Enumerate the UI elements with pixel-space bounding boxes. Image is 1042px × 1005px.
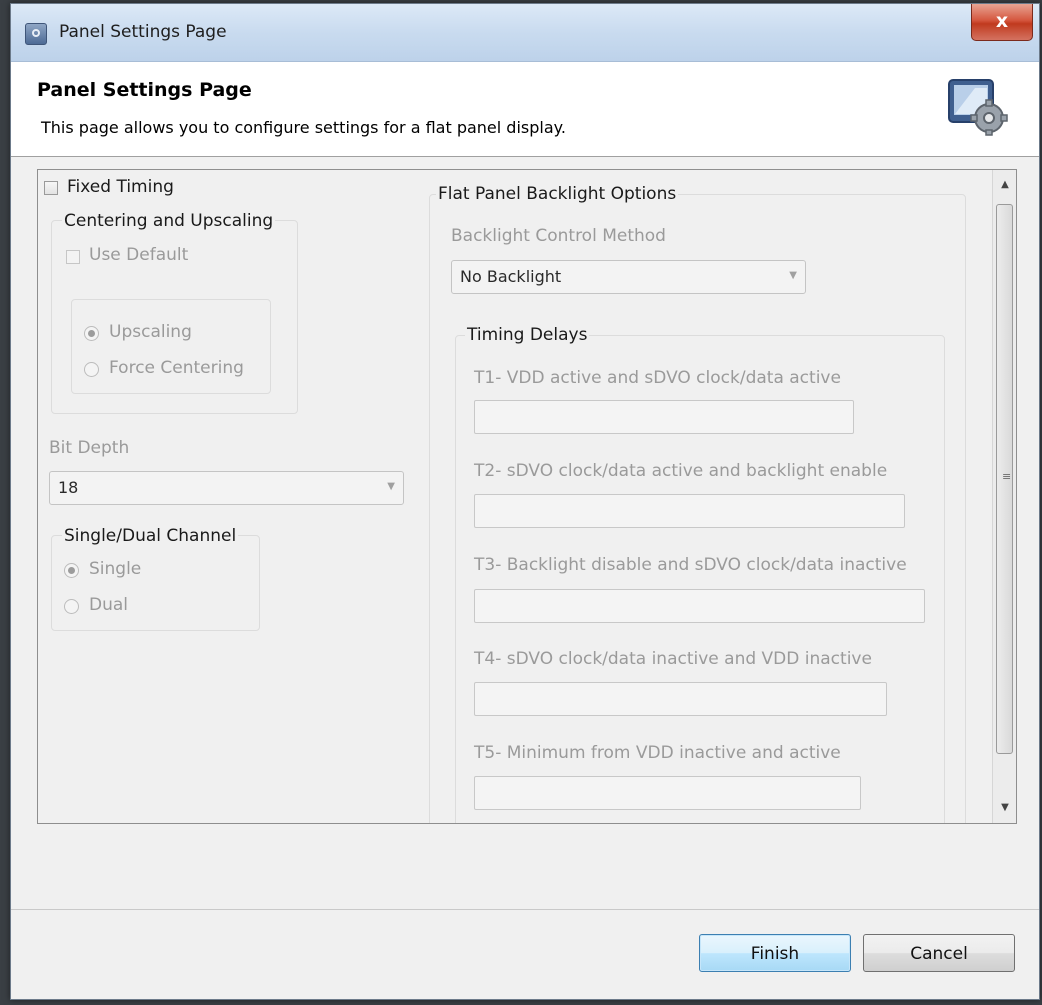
footer-divider — [11, 909, 1039, 910]
app-icon — [25, 23, 47, 45]
scroll-down-arrow-icon[interactable]: ▼ — [993, 797, 1016, 819]
scaling-mode-box — [71, 299, 271, 394]
t1-input[interactable] — [474, 400, 854, 434]
upscaling-radio[interactable] — [84, 326, 99, 341]
backlight-method-select[interactable]: No Backlight ▼ — [451, 260, 806, 294]
bit-depth-select[interactable]: 18 ▼ — [49, 471, 404, 505]
backlight-method-value: No Backlight — [460, 267, 562, 286]
close-button[interactable]: x — [971, 4, 1033, 41]
t5-label: T5- Minimum from VDD inactive and active — [474, 743, 841, 763]
t2-input[interactable] — [474, 494, 905, 528]
use-default-checkbox[interactable] — [66, 250, 80, 264]
finish-button[interactable]: Finish — [699, 934, 851, 972]
chevron-down-icon: ▼ — [789, 270, 797, 281]
single-dual-channel-title: Single/Dual Channel — [62, 526, 239, 546]
page-description: This page allows you to configure settin… — [41, 118, 566, 137]
settings-gear-icon — [945, 74, 1009, 136]
scrollbar-thumb[interactable]: ≡ — [996, 204, 1013, 754]
title-bar[interactable]: Panel Settings Page x — [11, 4, 1039, 62]
page-header: Panel Settings Page This page allows you… — [11, 62, 1039, 157]
t3-label: T3- Backlight disable and sDVO clock/dat… — [474, 555, 907, 575]
bit-depth-value: 18 — [58, 478, 79, 497]
t4-label: T4- sDVO clock/data inactive and VDD ina… — [474, 649, 872, 669]
t4-input[interactable] — [474, 682, 887, 716]
cancel-button[interactable]: Cancel — [863, 934, 1015, 972]
t1-label: T1- VDD active and sDVO clock/data activ… — [474, 368, 841, 388]
grip-icon: ≡ — [1002, 470, 1012, 483]
centering-upscaling-title: Centering and Upscaling — [62, 211, 276, 231]
page-title: Panel Settings Page — [37, 79, 252, 101]
single-channel-label: Single — [89, 559, 142, 579]
upscaling-label: Upscaling — [109, 322, 192, 342]
force-centering-radio[interactable] — [84, 362, 99, 377]
use-default-label: Use Default — [89, 245, 189, 265]
window-title: Panel Settings Page — [59, 22, 227, 42]
t5-input[interactable] — [474, 776, 861, 810]
timing-delays-title: Timing Delays — [465, 325, 590, 345]
fixed-timing-label: Fixed Timing — [67, 177, 174, 197]
fixed-timing-checkbox[interactable] — [44, 181, 58, 195]
dual-channel-label: Dual — [89, 595, 129, 615]
chevron-down-icon: ▼ — [387, 481, 395, 492]
dual-channel-radio[interactable] — [64, 599, 79, 614]
panel-settings-dialog: Panel Settings Page x Panel Settings Pag… — [10, 3, 1040, 1000]
vertical-scrollbar[interactable]: ▲ ≡ ▼ — [992, 170, 1016, 823]
backlight-method-label: Backlight Control Method — [451, 226, 666, 246]
settings-content: Fixed Timing Centering and Upscaling Use… — [37, 169, 1017, 824]
force-centering-label: Force Centering — [109, 358, 244, 378]
single-channel-radio[interactable] — [64, 563, 79, 578]
bit-depth-label: Bit Depth — [49, 438, 130, 458]
single-dual-channel-group — [51, 535, 260, 631]
t2-label: T2- sDVO clock/data active and backlight… — [474, 461, 888, 481]
t3-input[interactable] — [474, 589, 925, 623]
backlight-options-title: Flat Panel Backlight Options — [436, 184, 679, 204]
scroll-up-arrow-icon[interactable]: ▲ — [993, 174, 1016, 196]
